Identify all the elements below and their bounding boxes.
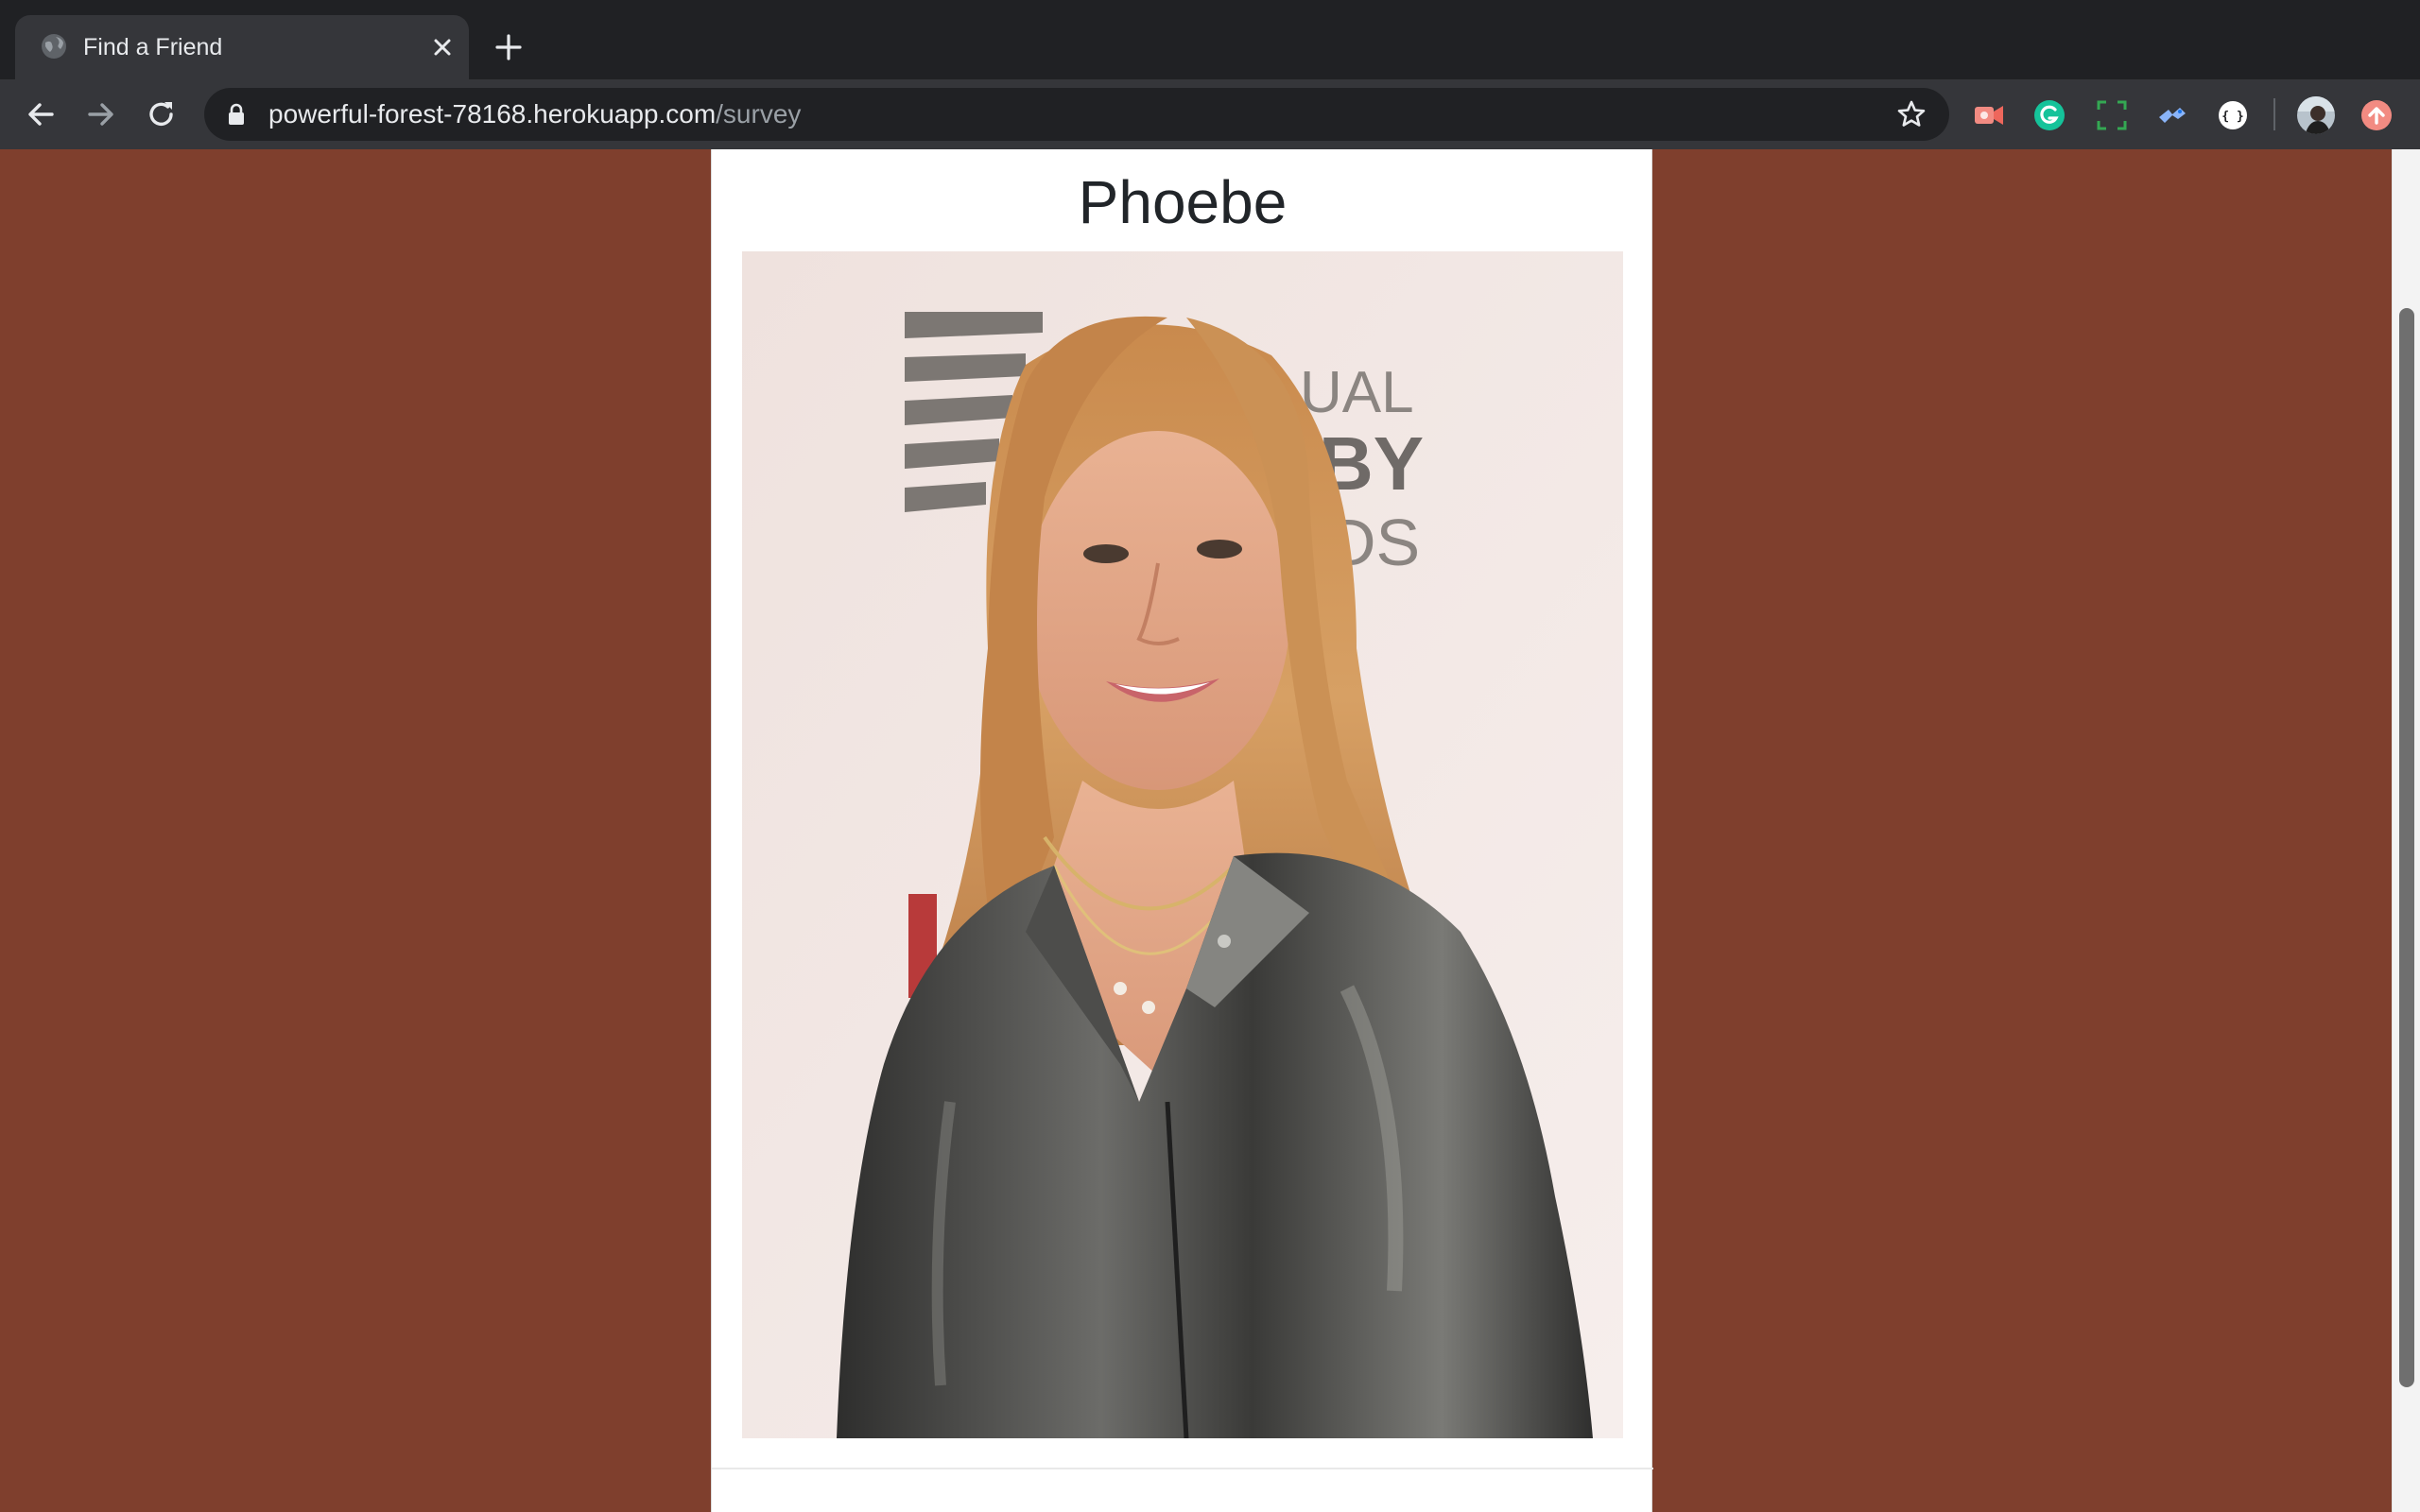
screenshot-extension-icon[interactable] bbox=[2095, 98, 2129, 132]
url-path: /survey bbox=[716, 99, 802, 129]
tab-title: Find a Friend bbox=[83, 34, 223, 60]
lock-icon[interactable] bbox=[227, 103, 246, 126]
video-record-extension-icon[interactable] bbox=[1972, 98, 2006, 132]
url-text[interactable]: powerful-forest-78168.herokuapp.com/surv… bbox=[268, 88, 801, 141]
friend-name-heading: Phoebe bbox=[1078, 168, 1288, 236]
close-icon[interactable] bbox=[427, 32, 458, 62]
page-scrollbar[interactable] bbox=[2392, 149, 2420, 1512]
browser-tabstrip: Find a Friend bbox=[0, 0, 2420, 79]
page-viewport: Phoebe UAL BY DS bbox=[0, 149, 2420, 1512]
result-card: Phoebe UAL BY DS bbox=[711, 149, 1653, 1512]
profile-avatar[interactable] bbox=[2295, 94, 2337, 136]
update-icon[interactable] bbox=[2360, 98, 2394, 132]
card-divider bbox=[712, 1468, 1653, 1469]
forward-arrow-icon[interactable] bbox=[83, 96, 119, 132]
bird-extension-icon[interactable] bbox=[2155, 98, 2189, 132]
svg-text:UAL: UAL bbox=[1300, 360, 1414, 425]
json-extension-icon[interactable]: { } bbox=[2216, 98, 2250, 132]
url-domain: powerful-forest-78168.herokuapp.com bbox=[268, 99, 717, 129]
new-tab-icon[interactable] bbox=[492, 30, 526, 64]
reload-icon[interactable] bbox=[144, 96, 180, 132]
grammarly-extension-icon[interactable] bbox=[2032, 98, 2066, 132]
scrollbar-thumb[interactable] bbox=[2399, 308, 2414, 1387]
svg-text:{ }: { } bbox=[2221, 110, 2243, 124]
browser-toolbar: powerful-forest-78168.herokuapp.com/surv… bbox=[0, 79, 2420, 149]
globe-icon bbox=[40, 32, 68, 60]
address-bar[interactable]: powerful-forest-78168.herokuapp.com/surv… bbox=[204, 88, 1949, 141]
friend-photo: UAL BY DS bbox=[742, 251, 1623, 1438]
bookmark-star-icon[interactable] bbox=[1896, 99, 1927, 129]
back-arrow-icon[interactable] bbox=[23, 96, 59, 132]
toolbar-separator bbox=[2273, 98, 2275, 130]
browser-tab-active[interactable]: Find a Friend bbox=[15, 15, 469, 79]
